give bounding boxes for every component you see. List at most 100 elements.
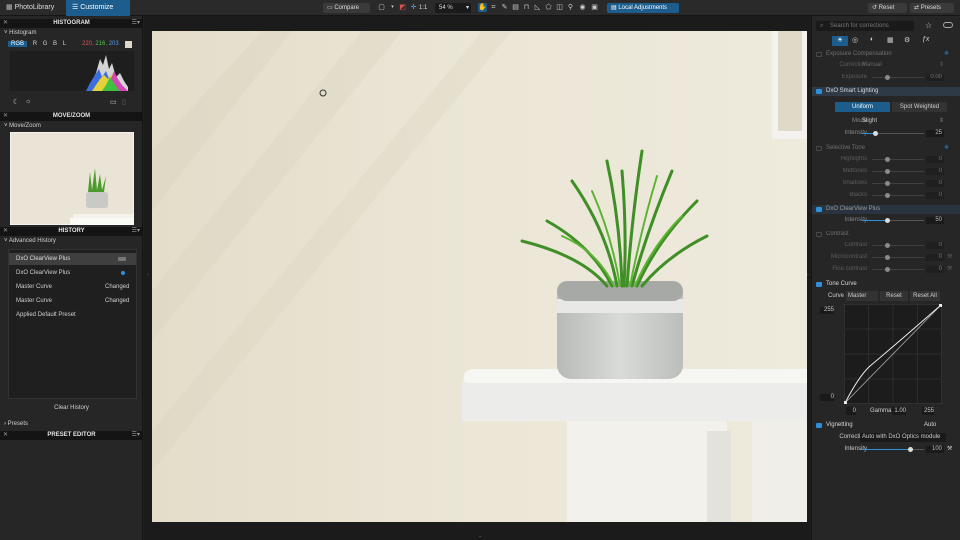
left-collapse-handle[interactable]: ‹	[147, 272, 149, 278]
list-item[interactable]: Master Curve Changed	[9, 281, 136, 293]
blacks-value[interactable]: 0	[926, 192, 944, 199]
list-item[interactable]: Master Curve Changed	[9, 295, 136, 307]
close-icon[interactable]: ✕	[3, 227, 8, 236]
channel-rgb-button[interactable]: RGB	[8, 41, 28, 47]
tab-customize[interactable]: ☰ Customize	[66, 0, 130, 16]
curve-top-value[interactable]: 255	[820, 307, 834, 314]
preset-editor-header[interactable]: ✕ PRESET EDITOR ☰▾	[0, 431, 143, 440]
mask-icon[interactable]: ▣	[590, 3, 599, 12]
star-icon[interactable]: ✱	[944, 50, 949, 59]
light-tab-icon[interactable]: ☀	[832, 36, 848, 46]
history-header[interactable]: ✕ HISTORY ☰▾	[0, 227, 143, 236]
close-icon[interactable]: ✕	[3, 112, 8, 121]
exposure-correction-select[interactable]: Manual	[862, 61, 882, 70]
slider-knob[interactable]	[885, 157, 890, 162]
channel-b-button[interactable]: B	[53, 41, 57, 47]
slider-knob[interactable]	[885, 243, 890, 248]
moon-icon[interactable]: ☾	[13, 98, 19, 106]
shadows-slider[interactable]	[872, 183, 924, 184]
channel-r-button[interactable]: R	[33, 41, 37, 47]
slider-knob[interactable]	[908, 447, 913, 452]
finecontrast-slider[interactable]	[872, 269, 924, 270]
menu-icon[interactable]: ☰▾	[132, 227, 140, 236]
eye-icon[interactable]: ◉	[578, 3, 587, 12]
finecontrast-value[interactable]: 0	[926, 266, 944, 273]
zoom-1to1-button[interactable]: 1:1	[419, 3, 427, 13]
slider-knob[interactable]	[885, 169, 890, 174]
exposure-value[interactable]: 0.00	[926, 74, 944, 81]
straighten-icon[interactable]: ▤	[511, 3, 520, 12]
uniform-button[interactable]: Uniform	[835, 102, 890, 112]
tonecurve-section-header[interactable]: Tone Curve	[812, 280, 960, 289]
selective-tone-section-header[interactable]: Selective Tone ✱	[812, 144, 960, 153]
slider-knob[interactable]	[885, 255, 890, 260]
menu-icon[interactable]: ☰▾	[132, 431, 140, 440]
slider-knob[interactable]	[885, 267, 890, 272]
search-input[interactable]: ⌕ Search for corrections	[816, 21, 914, 31]
contrast-slider[interactable]	[872, 245, 924, 246]
redeye-icon[interactable]: ◫	[555, 3, 564, 12]
monitor-icon[interactable]: ▭	[110, 98, 117, 106]
slider-knob[interactable]	[885, 218, 890, 223]
highlights-value[interactable]: 0	[926, 156, 944, 163]
navigator-thumbnail[interactable]	[10, 132, 134, 225]
curve-bottom-value[interactable]: 0	[820, 394, 834, 401]
brush-icon[interactable]: ⚲	[566, 3, 575, 12]
clearview-section-header[interactable]: DxO ClearView Plus	[812, 205, 960, 214]
repair-icon[interactable]: ◺	[533, 3, 542, 12]
toggle-checkbox[interactable]	[816, 232, 822, 237]
microcontrast-slider[interactable]	[872, 257, 924, 258]
close-icon[interactable]: ✕	[3, 431, 8, 440]
spot-weighted-button[interactable]: Spot Weighted	[892, 102, 947, 112]
slider-knob[interactable]	[885, 75, 890, 80]
curve-input-low[interactable]: 0	[846, 407, 856, 415]
channel-l-button[interactable]: L	[63, 41, 66, 47]
toggle-checkbox[interactable]	[816, 146, 822, 151]
vig-intensity-value[interactable]: 100	[926, 446, 944, 453]
menu-icon[interactable]: ☰▾	[132, 19, 140, 28]
star-icon[interactable]: ✱	[944, 144, 949, 153]
blacks-slider[interactable]	[872, 195, 924, 196]
zoom-level-select[interactable]: 54 % ▾	[435, 3, 471, 13]
toggle-checkbox[interactable]	[816, 89, 822, 94]
toggle-checkbox[interactable]	[816, 207, 822, 212]
toggle-icon[interactable]	[943, 22, 953, 28]
presets-button[interactable]: ⇄ Presets	[910, 3, 954, 13]
sun-icon[interactable]: ☼	[25, 98, 31, 105]
movezoom-subheader[interactable]: ˅ Move/Zoom	[4, 123, 41, 129]
crop-icon[interactable]: ⌗	[489, 3, 498, 12]
mode-select[interactable]: Slight	[862, 117, 877, 126]
dropdown-icon[interactable]: ▾	[388, 3, 397, 12]
perspective-icon[interactable]: ⊓	[522, 3, 531, 12]
compare-button[interactable]: ▭ Compare	[323, 3, 370, 13]
print-icon[interactable]: ▯	[122, 98, 126, 106]
curve-input-high[interactable]: 255	[922, 407, 934, 415]
shadows-value[interactable]: 0	[926, 180, 944, 187]
magic-wand-icon[interactable]: ⚒	[947, 445, 952, 454]
close-icon[interactable]: ✕	[3, 19, 8, 28]
cv-intensity-value[interactable]: 50	[926, 217, 944, 224]
vignetting-section-header[interactable]: Vignetting Auto	[812, 421, 960, 430]
slider-knob[interactable]	[885, 181, 890, 186]
midtones-value[interactable]: 0	[926, 168, 944, 175]
horizon-icon[interactable]: ⬠	[544, 3, 553, 12]
list-item[interactable]: DxO ClearView Plus	[9, 267, 136, 279]
exposure-section-header[interactable]: Exposure Compensation ✱	[812, 50, 960, 59]
exposure-slider[interactable]	[872, 77, 924, 78]
color-tab-icon[interactable]: ◎	[852, 36, 858, 44]
slider-knob[interactable]	[885, 193, 890, 198]
histogram-subheader[interactable]: ˅ Histogram	[4, 30, 37, 36]
contrast-section-header[interactable]: Contrast	[812, 230, 960, 239]
eyedropper-icon[interactable]: ✎	[500, 3, 509, 12]
magic-wand-icon[interactable]: ⚒	[947, 253, 952, 262]
magic-wand-icon[interactable]: ⚒	[947, 265, 952, 274]
channel-g-button[interactable]: G	[43, 41, 48, 47]
toggle-checkbox[interactable]	[816, 423, 822, 428]
curve-reset-button[interactable]: Reset	[880, 291, 908, 301]
clipping-icon[interactable]: ◩	[398, 3, 407, 12]
reset-button[interactable]: ↺ Reset	[868, 3, 907, 13]
toggle-checkbox[interactable]	[816, 282, 822, 287]
effects-tab-icon[interactable]: ƒx	[922, 36, 929, 43]
star-icon[interactable]: ☆	[925, 21, 932, 30]
photo-viewer[interactable]	[152, 31, 807, 522]
